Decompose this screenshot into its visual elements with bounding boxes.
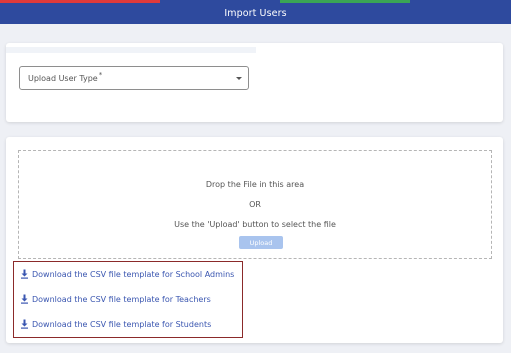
download-link-label: Download the CSV file template for Schoo… — [32, 269, 235, 279]
dropzone-hint: Use the 'Upload' button to select the fi… — [174, 220, 336, 229]
page-header: Import Users — [0, 3, 511, 24]
download-icon — [20, 269, 29, 279]
download-link-label: Download the CSV file template for Stude… — [32, 319, 212, 329]
select-label: Upload User Type — [28, 73, 98, 83]
download-icon — [20, 319, 29, 329]
page-title: Import Users — [224, 8, 287, 19]
download-school-admins-link[interactable]: Download the CSV file template for Schoo… — [20, 269, 234, 279]
user-type-card: Upload User Type * — [6, 43, 503, 122]
required-mark: * — [98, 71, 103, 79]
upload-user-type-select[interactable]: Upload User Type * — [19, 66, 249, 90]
dropzone-or: OR — [249, 200, 261, 209]
upload-card: Drop the File in this area OR Use the 'U… — [6, 137, 503, 343]
upload-button[interactable]: Upload — [239, 236, 283, 249]
file-dropzone[interactable]: Drop the File in this area OR Use the 'U… — [18, 150, 492, 259]
dropzone-instruction: Drop the File in this area — [205, 180, 305, 189]
download-templates-box: Download the CSV file template for Schoo… — [13, 261, 243, 338]
caret-down-icon — [236, 77, 242, 80]
download-icon — [20, 294, 29, 304]
download-students-link[interactable]: Download the CSV file template for Stude… — [20, 319, 211, 329]
download-teachers-link[interactable]: Download the CSV file template for Teach… — [20, 294, 211, 304]
download-link-label: Download the CSV file template for Teach… — [32, 294, 211, 304]
